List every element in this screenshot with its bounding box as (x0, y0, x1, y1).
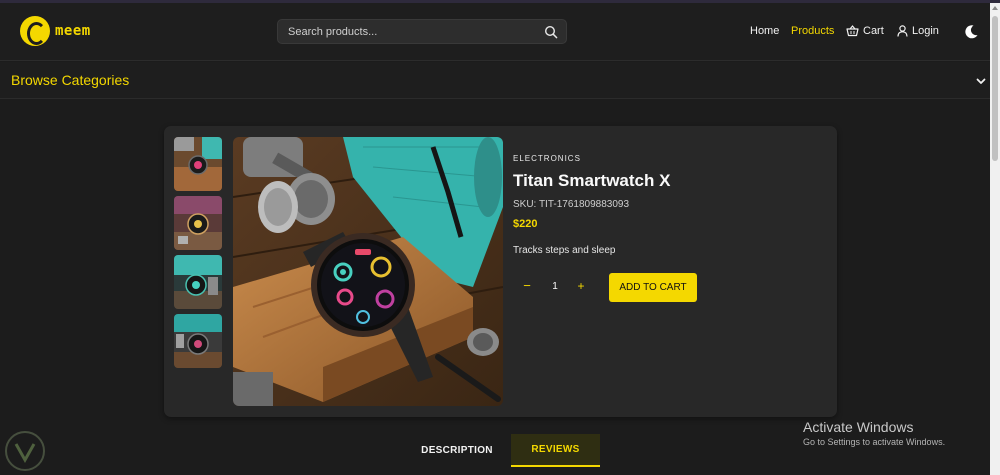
site-header: meem Home Products Cart Login (0, 3, 990, 61)
site-logo[interactable]: meem (20, 16, 91, 46)
page-scrollbar[interactable] (990, 3, 1000, 475)
quantity-decrement-button[interactable]: − (520, 278, 534, 294)
moon-icon[interactable] (963, 24, 979, 40)
product-thumbnail[interactable] (174, 137, 222, 191)
nav-login[interactable]: Login (897, 25, 939, 37)
product-thumbnails (174, 137, 222, 373)
quantity-increment-button[interactable]: + (574, 278, 588, 294)
nav-products[interactable]: Products (791, 25, 834, 37)
logo-text: meem (55, 23, 91, 39)
chevron-down-icon[interactable] (975, 75, 987, 87)
tab-description[interactable]: DESCRIPTION (414, 434, 500, 467)
product-thumbnail[interactable] (174, 196, 222, 250)
product-sku: SKU: TIT-1761809883093 (513, 199, 630, 210)
user-icon (897, 25, 908, 37)
nav-products-label: Products (791, 25, 835, 37)
add-to-cart-button[interactable]: ADD TO CART (609, 273, 697, 302)
product-category: ELECTRONICS (513, 154, 581, 163)
corner-badge-icon (5, 431, 45, 471)
tab-reviews[interactable]: REVIEWS (511, 434, 600, 467)
product-thumbnail[interactable] (174, 255, 222, 309)
search-icon[interactable] (544, 25, 558, 39)
product-main-image[interactable] (233, 137, 503, 406)
quantity-value: 1 (552, 281, 558, 292)
logo-mark-icon (20, 16, 50, 46)
product-card: ELECTRONICS Titan Smartwatch X SKU: TIT-… (164, 126, 837, 417)
nav-cart[interactable]: Cart (846, 25, 884, 37)
nav-home[interactable]: Home (750, 25, 779, 37)
product-thumbnail[interactable] (174, 314, 222, 368)
scroll-up-arrow-icon[interactable] (992, 6, 998, 10)
activate-windows-subtitle: Go to Settings to activate Windows. (803, 437, 946, 447)
cart-icon (846, 25, 859, 37)
nav-login-label: Login (912, 25, 939, 37)
activate-windows-title: Activate Windows (803, 419, 914, 435)
browse-categories-title: Browse Categories (11, 72, 130, 88)
search-bar (277, 19, 567, 44)
product-title: Titan Smartwatch X (513, 171, 671, 190)
product-description: Tracks steps and sleep (513, 245, 616, 256)
product-price: $220 (513, 218, 538, 230)
browse-categories-bar[interactable]: Browse Categories (0, 62, 990, 99)
scrollbar-thumb[interactable] (992, 16, 998, 161)
nav-home-label: Home (750, 25, 780, 37)
nav-cart-label: Cart (863, 25, 884, 37)
search-input[interactable] (288, 24, 538, 40)
